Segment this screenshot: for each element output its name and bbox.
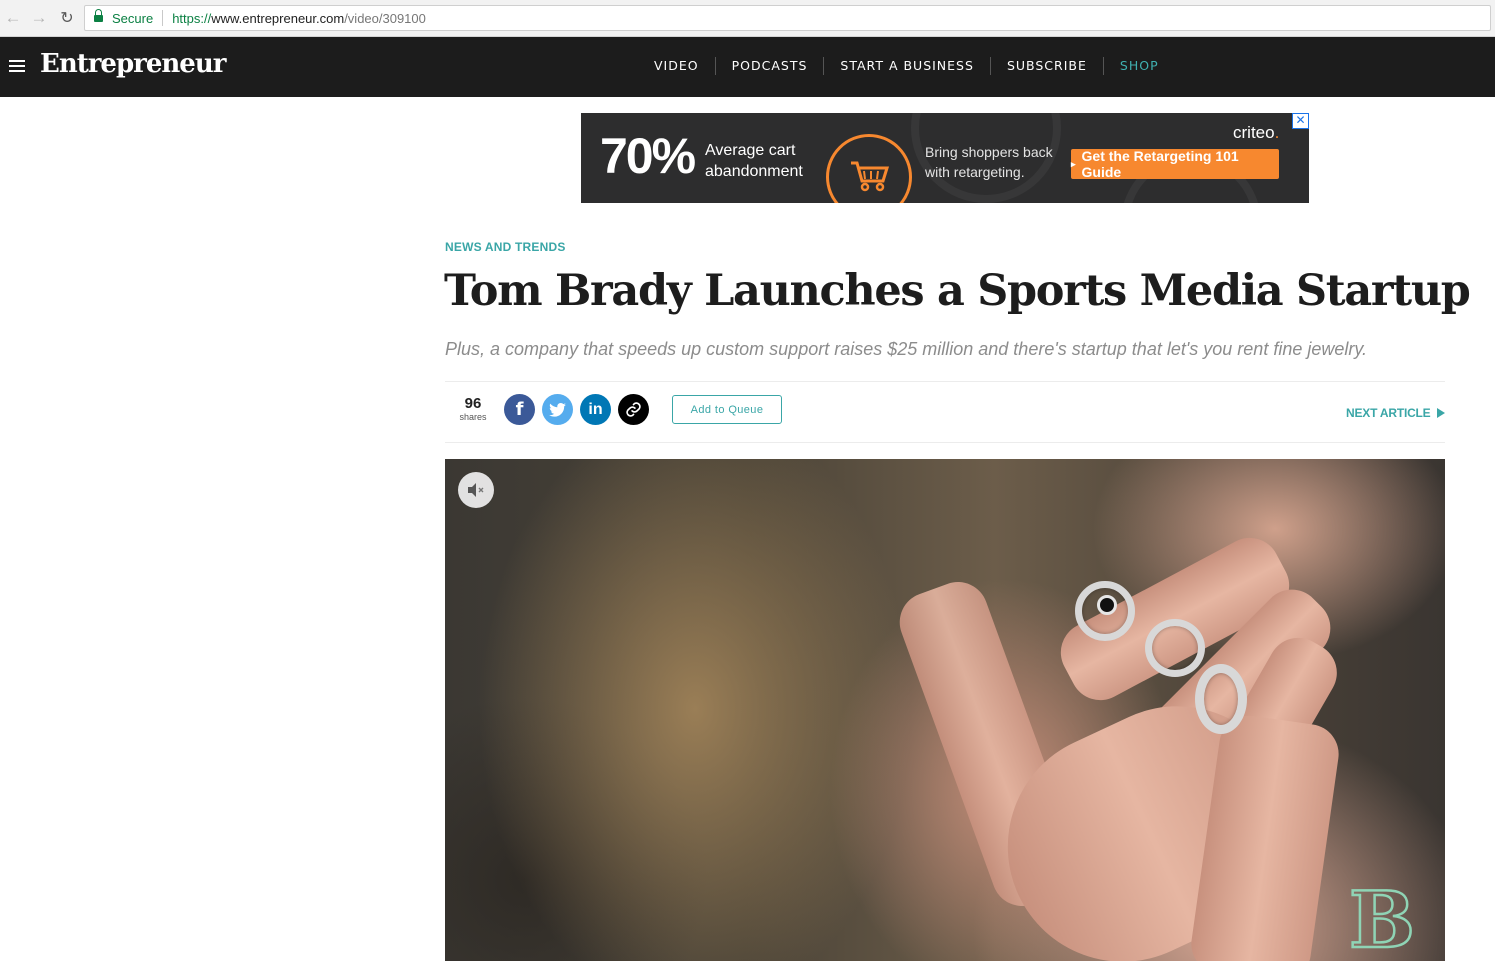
nav-podcasts[interactable]: PODCASTS <box>714 57 824 75</box>
video-frame-detail <box>1097 595 1117 615</box>
lock-icon <box>94 9 103 23</box>
url-scheme: https:// <box>172 10 212 26</box>
site-logo[interactable]: Entrepreneur <box>40 49 226 79</box>
close-icon[interactable]: ✕ <box>1292 113 1309 129</box>
next-article-link[interactable]: NEXT ARTICLE <box>1346 406 1445 420</box>
reload-icon[interactable]: ↻ <box>54 5 80 31</box>
linkedin-icon[interactable]: in <box>580 394 611 425</box>
url-host: www.entrepreneur.com <box>211 10 345 26</box>
back-arrow-icon[interactable]: ← <box>0 5 26 31</box>
twitter-icon[interactable] <box>542 394 573 425</box>
video-frame-detail <box>1195 664 1247 734</box>
share-count: 96 shares <box>459 395 487 422</box>
address-divider <box>162 10 164 26</box>
article-headline: Tom Brady Launches a Sports Media Startu… <box>444 266 1471 316</box>
site-header: Entrepreneur VIDEO PODCASTS START A BUSI… <box>0 37 1495 97</box>
ad-banner[interactable]: 70% Average cart abandonment Bring shopp… <box>581 113 1309 203</box>
url-path: /video/309100 <box>344 10 426 26</box>
play-arrow-icon: ▸ <box>1071 158 1076 169</box>
video-watermark: B <box>1348 874 1416 961</box>
nav-start-a-business[interactable]: START A BUSINESS <box>823 57 990 75</box>
article-category[interactable]: NEWS AND TRENDS <box>445 240 566 254</box>
mute-icon[interactable] <box>458 472 494 508</box>
nav-subscribe[interactable]: SUBSCRIBE <box>989 57 1103 75</box>
ad-brand-logo: criteo. <box>1233 123 1280 142</box>
link-icon[interactable] <box>618 394 649 425</box>
menu-icon[interactable] <box>9 60 25 73</box>
main-nav: VIDEO PODCASTS START A BUSINESS SUBSCRIB… <box>638 57 1175 75</box>
ad-stat-label: Average cart abandonment <box>705 142 803 180</box>
nav-shop[interactable]: SHOP <box>1102 57 1175 75</box>
divider <box>445 442 1445 443</box>
cart-icon <box>826 134 912 203</box>
ad-percent: 70% <box>600 128 696 184</box>
facebook-icon[interactable]: f <box>504 394 535 425</box>
ad-cta-button[interactable]: ▸ Get the Retargeting 101 Guide <box>1071 148 1279 180</box>
browser-toolbar: ← → ↻ Secure https://www.entrepreneur.co… <box>0 0 1495 37</box>
add-to-queue-button[interactable]: Add to Queue <box>672 395 782 424</box>
video-frame-detail <box>1145 619 1205 677</box>
nav-video[interactable]: VIDEO <box>638 57 715 75</box>
address-bar[interactable]: Secure https://www.entrepreneur.com/vide… <box>84 5 1491 31</box>
divider <box>445 381 1445 382</box>
video-player[interactable]: B <box>445 459 1445 961</box>
play-arrow-icon <box>1436 408 1445 418</box>
ad-copy: Bring shoppers back with retargeting. <box>925 144 1053 180</box>
forward-arrow-icon[interactable]: → <box>26 5 52 31</box>
article-dek: Plus, a company that speeds up custom su… <box>445 339 1368 359</box>
secure-label: Secure <box>112 10 154 26</box>
